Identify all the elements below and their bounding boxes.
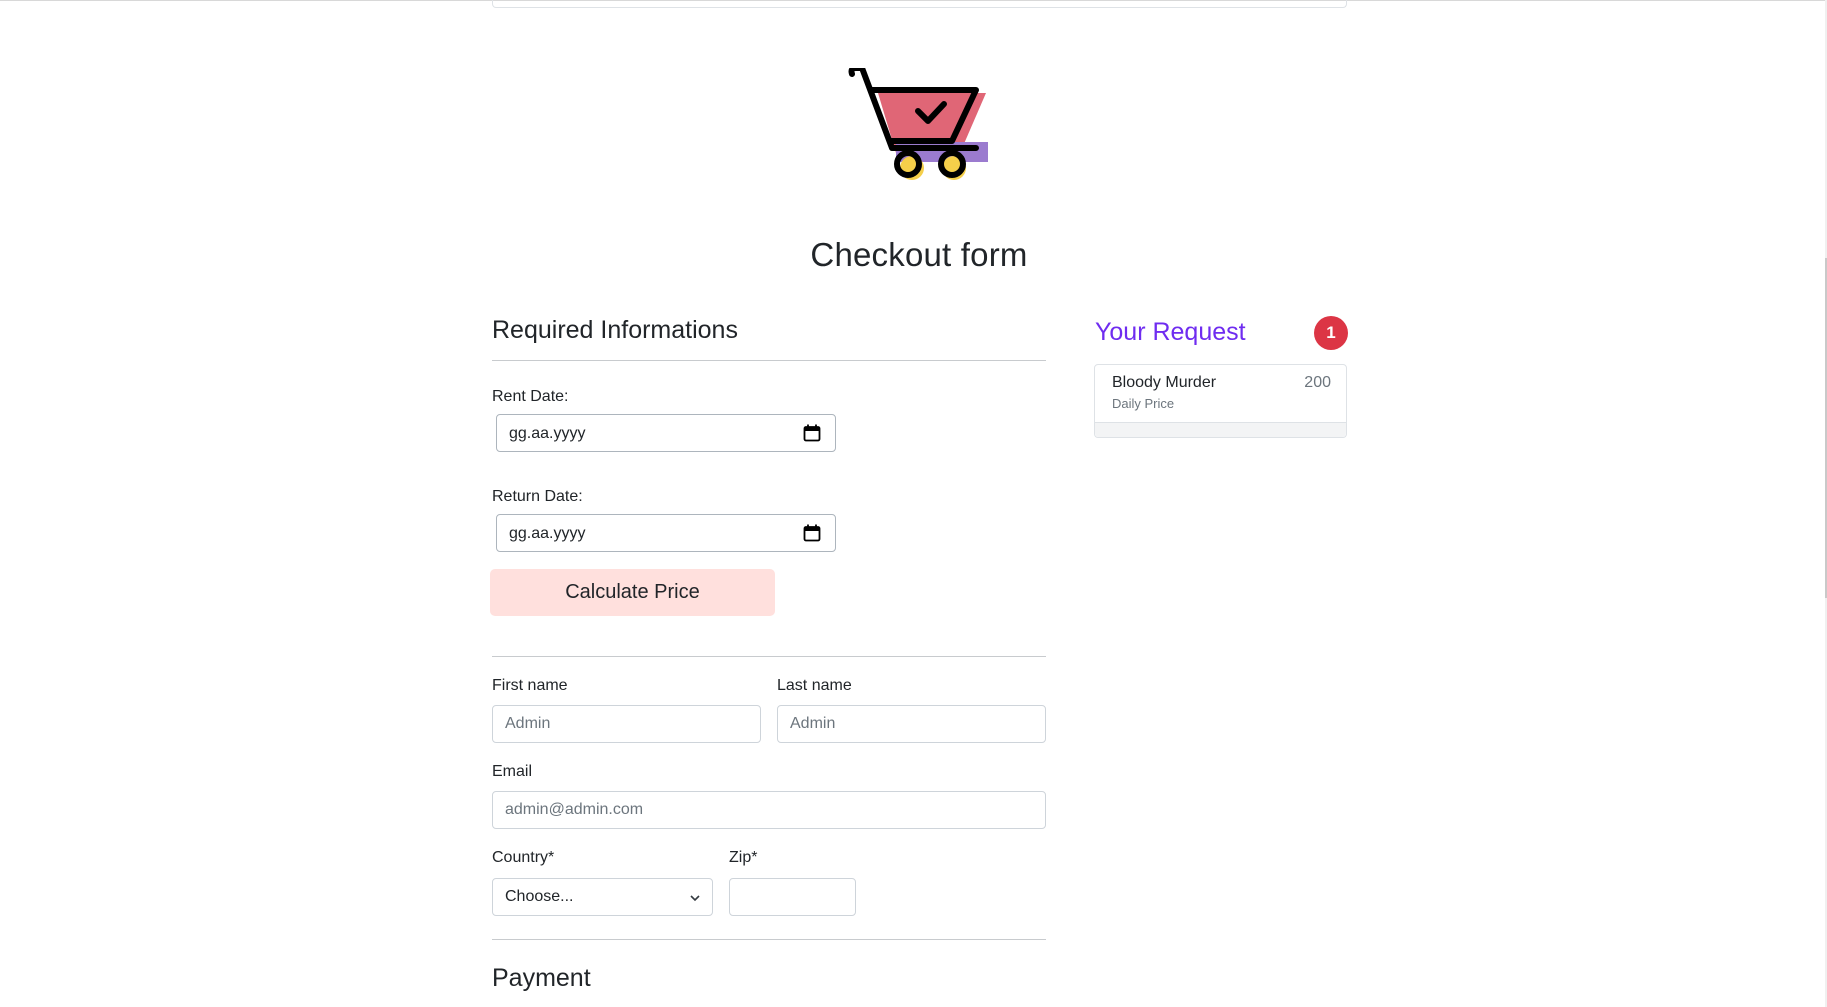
zip-label: Zip* [729,849,758,866]
rent-date-input[interactable]: gg.aa.yyyy [496,414,836,452]
chevron-down-icon [690,895,700,902]
section-divider [492,656,1046,657]
first-name-label: First name [492,677,568,694]
previous-section-box [492,0,1347,8]
page-title: Checkout form [810,236,1028,274]
last-name-input[interactable]: Admin [777,705,1046,743]
zip-input[interactable] [729,878,856,916]
rent-date-value: gg.aa.yyyy [509,425,586,442]
request-item-name: Bloody Murder [1112,374,1217,391]
section-divider [492,360,1046,361]
your-request-title: Your Request [1095,318,1246,346]
email-label: Email [492,763,533,780]
return-date-value: gg.aa.yyyy [509,525,586,542]
first-name-input[interactable]: Admin [492,705,761,743]
calendar-icon[interactable] [803,524,821,542]
last-name-label: Last name [777,677,852,694]
request-item-subtitle: Daily Price [1112,396,1175,411]
country-selected-value: Choose... [505,888,574,905]
email-input[interactable]: admin@admin.com [492,791,1046,829]
request-count-badge: 1 [1314,316,1348,350]
calendar-icon[interactable] [803,424,821,442]
section-divider [492,939,1046,940]
request-item-price: 200 [1304,374,1331,391]
rent-date-label: Rent Date: [492,388,569,405]
return-date-input[interactable]: gg.aa.yyyy [496,514,836,552]
country-label: Country* [492,849,555,866]
payment-title: Payment [492,964,591,992]
country-select[interactable]: Choose... [492,878,713,916]
request-list-footer [1095,422,1346,437]
required-informations-title: Required Informations [492,316,738,344]
request-list: Bloody Murder Daily Price 200 [1094,364,1347,438]
calculate-price-button[interactable]: Calculate Price [490,569,775,616]
return-date-label: Return Date: [492,488,583,505]
shopping-cart-check-icon [848,68,988,180]
